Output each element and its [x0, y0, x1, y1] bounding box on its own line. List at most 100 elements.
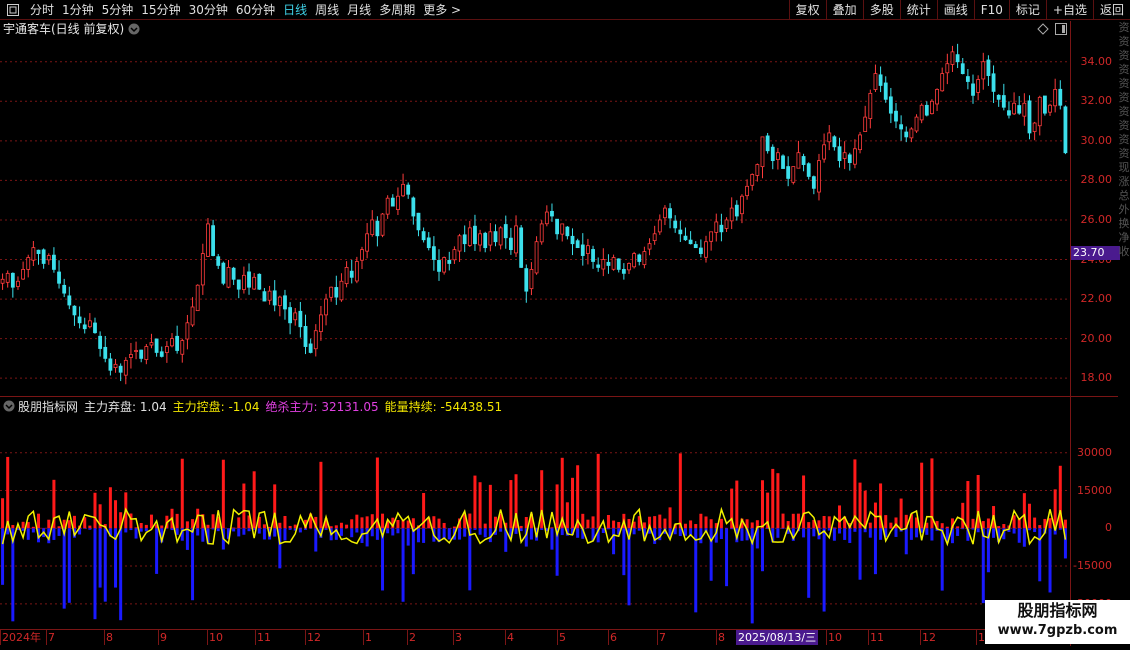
blue-volume-bar [339, 528, 343, 536]
red-volume-bar [452, 526, 456, 529]
tab-period-3[interactable]: 15分钟 [137, 0, 184, 20]
blue-volume-bar [67, 528, 71, 603]
tab-period-0[interactable]: 分时 [26, 0, 58, 20]
toolbar-button-8[interactable]: 返回 [1092, 0, 1130, 20]
candle-body [899, 124, 904, 130]
blue-volume-bar [406, 528, 410, 546]
candle-body [390, 197, 395, 207]
blue-volume-bar [560, 528, 564, 536]
candle-body [786, 166, 791, 179]
red-volume-bar [396, 520, 400, 529]
blue-volume-bar [386, 528, 390, 534]
candle-body [827, 132, 832, 143]
chevron-down-icon[interactable] [128, 23, 140, 35]
candle-body [627, 263, 631, 271]
toolbar-actions: 复权 叠加 多股 统计 画线 F10 标记 +自选 返回 [788, 0, 1130, 20]
blue-volume-bar [1048, 528, 1052, 593]
toolbar-button-2[interactable]: 多股 [862, 0, 900, 20]
toolbar-button-7[interactable]: +自选 [1045, 0, 1093, 20]
side-panel-strip[interactable]: 资资资资资资资资资资现涨总外换净收 [1118, 21, 1130, 396]
candle-body [170, 338, 174, 347]
tab-period-9[interactable]: 多周期 [375, 0, 419, 20]
panel-toggle-icon[interactable] [1055, 23, 1067, 35]
candle-body [267, 290, 272, 301]
red-volume-bar [329, 526, 333, 529]
blue-volume-bar [134, 528, 138, 539]
candle-body [87, 320, 92, 328]
candle-body [406, 184, 411, 195]
blue-volume-bar [468, 528, 472, 591]
toolbar-button-5[interactable]: F10 [973, 0, 1009, 20]
blue-volume-bar [879, 528, 883, 540]
restore-window-icon[interactable] [4, 1, 22, 19]
blue-volume-bar [144, 528, 148, 532]
blue-volume-bar [88, 528, 92, 530]
blue-volume-bar [185, 528, 189, 550]
tab-period-1[interactable]: 1分钟 [58, 0, 98, 20]
red-volume-bar [550, 527, 554, 529]
candle-body [657, 219, 662, 233]
toolbar-button-6[interactable]: 标记 [1008, 0, 1046, 20]
red-volume-bar [1038, 525, 1042, 529]
candle-body [621, 269, 626, 274]
chevron-down-icon[interactable] [3, 400, 15, 412]
top-toolbar: 分时 1分钟 5分钟 15分钟 30分钟 60分钟 日线 周线 月线 多周期 更多 > 复权 叠加 多股… [0, 0, 1130, 20]
toolbar-button-0[interactable]: 复权 [788, 0, 826, 20]
indicator-chart[interactable] [0, 415, 1070, 629]
tab-period-2[interactable]: 5分钟 [98, 0, 138, 20]
red-volume-bar [940, 523, 944, 529]
candle-body [976, 79, 981, 93]
blue-volume-bar [540, 528, 544, 530]
red-volume-bar [653, 516, 657, 529]
tab-period-5[interactable]: 60分钟 [232, 0, 279, 20]
candle-body [945, 63, 950, 74]
date-axis: 2024年78910111212345678910111212025/08/13… [0, 630, 1070, 645]
red-volume-bar [971, 518, 975, 529]
candle-body [914, 116, 919, 132]
blue-volume-bar [93, 528, 97, 620]
blue-volume-bar [463, 528, 467, 537]
tab-period-4[interactable]: 30分钟 [185, 0, 232, 20]
diamond-icon[interactable] [1037, 23, 1049, 35]
toolbar-button-4[interactable]: 画线 [936, 0, 974, 20]
candle-body [668, 208, 672, 219]
red-volume-bar [920, 462, 924, 529]
candlestick-chart[interactable] [0, 38, 1070, 394]
red-volume-bar [11, 525, 15, 529]
candle-body [878, 74, 883, 86]
blue-volume-bar [391, 528, 395, 536]
tab-period-7[interactable]: 周线 [311, 0, 343, 20]
date-label: 12 [922, 631, 936, 644]
red-volume-bar [642, 522, 646, 529]
toolbar-button-1[interactable]: 叠加 [825, 0, 863, 20]
candle-body [996, 94, 1001, 100]
candle-body [591, 249, 595, 262]
candle-body [842, 152, 847, 159]
candle-body [411, 197, 416, 217]
blue-volume-bar [139, 528, 143, 532]
candle-body [195, 284, 200, 312]
strip-char: 换 [1118, 217, 1130, 230]
candle-body [873, 73, 878, 90]
blue-volume-bar [1058, 528, 1062, 530]
tab-period-10[interactable]: 更多 > [419, 0, 465, 20]
blue-volume-bar [216, 528, 220, 532]
candle-body [57, 271, 61, 284]
tab-period-6[interactable]: 日线 [279, 0, 311, 20]
indicator-header: 股朋指标网 主力弃盘: 1.04 主力控盘: -1.04 绝杀主力: 32131.0… [3, 398, 508, 414]
date-label: 2 [409, 631, 416, 644]
toolbar-button-3[interactable]: 统计 [899, 0, 937, 20]
tab-period-8[interactable]: 月线 [343, 0, 375, 20]
blue-volume-bar [1033, 528, 1037, 533]
blue-volume-bar [483, 528, 487, 538]
blue-volume-bar [83, 528, 87, 529]
red-volume-bar [658, 514, 662, 529]
candle-body [683, 235, 688, 241]
candle-body [113, 363, 118, 368]
candle-body [46, 255, 51, 261]
indicator-value-1: 主力控盘: -1.04 [172, 399, 260, 414]
candle-body [544, 211, 549, 225]
candle-body [21, 268, 26, 280]
red-volume-bar [160, 525, 164, 529]
red-volume-bar [776, 473, 780, 529]
